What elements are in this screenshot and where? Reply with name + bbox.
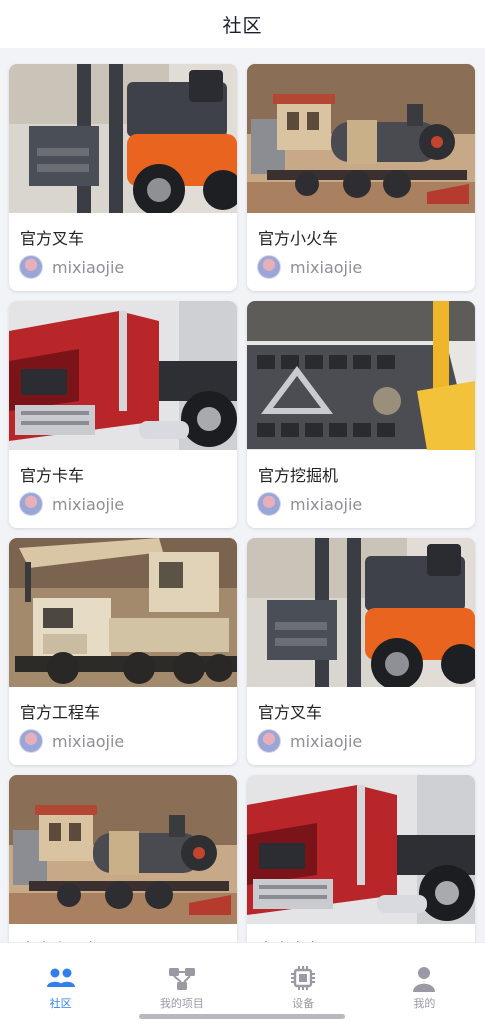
- project-thumbnail[interactable]: [9, 775, 237, 924]
- chip-icon: [291, 966, 316, 990]
- app-header: 社区: [0, 0, 485, 48]
- project-card[interactable]: 官方挖掘机 mixiaojie: [247, 301, 475, 528]
- project-title: 官方挖掘机: [258, 466, 339, 485]
- tab-label: 社区: [49, 997, 72, 1010]
- project-card[interactable]: 官方小火车 mixiaojie: [9, 775, 237, 942]
- project-card[interactable]: 官方小火车 mixiaojie: [247, 64, 475, 291]
- project-thumbnail[interactable]: [247, 538, 475, 687]
- project-title: 官方小火车: [258, 229, 339, 248]
- tab-label: 我的项目: [159, 997, 204, 1010]
- tab-mine[interactable]: 我的: [364, 943, 485, 1026]
- project-card[interactable]: 官方工程车 mixiaojie: [9, 538, 237, 765]
- avatar[interactable]: [19, 255, 43, 279]
- project-card[interactable]: 官方卡车 mixiaojie: [247, 775, 475, 942]
- tab-label: 设备: [292, 997, 315, 1010]
- author-name: mixiaojie: [52, 257, 125, 277]
- tab-community[interactable]: 社区: [0, 943, 121, 1026]
- author-row[interactable]: mixiaojie: [9, 488, 237, 516]
- project-thumbnail[interactable]: [9, 64, 237, 213]
- project-grid: 官方叉车 mixiaojie 官方小火车 mixiaojie 官方卡车 mixi…: [9, 64, 476, 942]
- project-thumbnail[interactable]: [247, 64, 475, 213]
- project-thumbnail[interactable]: [247, 301, 475, 450]
- author-row[interactable]: mixiaojie: [247, 725, 475, 753]
- author-row[interactable]: mixiaojie: [247, 488, 475, 516]
- project-title: 官方小火车: [9, 924, 237, 942]
- users-icon: [46, 968, 75, 987]
- author-name: mixiaojie: [290, 494, 363, 514]
- author-name: mixiaojie: [52, 731, 125, 751]
- project-card[interactable]: 官方叉车 mixiaojie: [9, 64, 237, 291]
- project-title: 官方工程车: [20, 703, 101, 722]
- project-title: 官方叉车: [258, 703, 323, 722]
- project-title: 官方叉车: [20, 229, 85, 248]
- avatar[interactable]: [257, 255, 281, 279]
- author-row[interactable]: mixiaojie: [9, 725, 237, 753]
- project-thumbnail[interactable]: [9, 301, 237, 450]
- person-icon: [413, 967, 436, 992]
- project-title: 官方卡车: [247, 924, 475, 942]
- home-indicator: [139, 1014, 345, 1019]
- author-row[interactable]: mixiaojie: [247, 251, 475, 279]
- author-name: mixiaojie: [290, 731, 363, 751]
- tab-label: 我的: [413, 997, 436, 1010]
- page-title: 社区: [222, 14, 263, 37]
- community-feed[interactable]: 官方叉车 mixiaojie 官方小火车 mixiaojie 官方卡车 mixi…: [0, 48, 485, 942]
- project-title: 官方卡车: [20, 466, 85, 485]
- author-row[interactable]: mixiaojie: [9, 251, 237, 279]
- author-name: mixiaojie: [52, 494, 125, 514]
- avatar[interactable]: [19, 729, 43, 753]
- avatar[interactable]: [257, 729, 281, 753]
- avatar[interactable]: [257, 492, 281, 516]
- project-card[interactable]: 官方卡车 mixiaojie: [9, 301, 237, 528]
- author-name: mixiaojie: [290, 257, 363, 277]
- project-card[interactable]: 官方叉车 mixiaojie: [247, 538, 475, 765]
- nodes-icon: [168, 968, 195, 990]
- project-thumbnail[interactable]: [9, 538, 237, 687]
- project-thumbnail[interactable]: [247, 775, 475, 924]
- avatar[interactable]: [19, 492, 43, 516]
